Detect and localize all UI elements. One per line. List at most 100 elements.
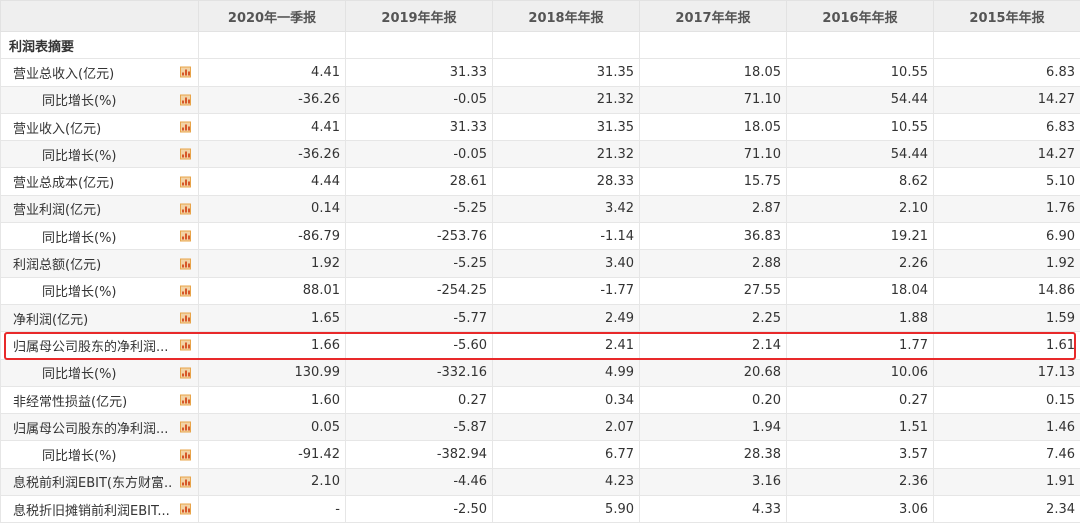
bar-chart-icon[interactable]: [180, 503, 191, 515]
value-cell: -5.87: [345, 413, 493, 442]
value-cell: 10.55: [786, 112, 934, 142]
value-cell: 0.05: [198, 413, 346, 442]
value-cell: 4.41: [198, 58, 346, 87]
row-label-cell: 息税前利润EBIT(东方财富...: [0, 467, 199, 497]
value-cell: 2.10: [786, 194, 934, 224]
value-cell: 0.20: [639, 385, 787, 415]
section-title: 利润表摘要: [0, 30, 199, 60]
section-empty-cell: [492, 30, 640, 60]
row-label: 营业收入(亿元): [13, 121, 102, 137]
value-cell: 31.33: [345, 58, 493, 87]
value-cell: 1.92: [198, 249, 346, 278]
header-row: 2020年一季报 2019年年报 2018年年报 2017年年报 2016年年报…: [0, 0, 1080, 32]
value-cell: -0.05: [345, 85, 493, 114]
table-row: 同比增长(%) -36.26 -0.05 21.32 71.10 54.44 14.27: [0, 85, 1080, 114]
table-row: 利润总额(亿元) 1.92 -5.25 3.40 2.88 2.26 1.92: [0, 249, 1080, 278]
value-cell: 4.33: [639, 495, 787, 524]
value-cell: 14.86: [933, 276, 1080, 305]
value-cell: -1.14: [492, 222, 640, 251]
value-cell: -86.79: [198, 222, 346, 251]
section-row: 利润表摘要: [0, 30, 1080, 60]
bar-chart-icon[interactable]: [180, 339, 191, 351]
row-label: 营业总收入(亿元): [13, 66, 115, 82]
value-cell: 19.21: [786, 222, 934, 251]
row-label: 营业总成本(亿元): [13, 176, 115, 192]
bar-chart-icon[interactable]: [180, 476, 191, 488]
header-corner: [0, 0, 199, 32]
bar-chart-icon[interactable]: [180, 394, 191, 406]
row-label-cell: 营业收入(亿元): [0, 112, 199, 142]
financial-summary-panel: 2020年一季报 2019年年报 2018年年报 2017年年报 2016年年报…: [0, 0, 1080, 524]
table-row: 同比增长(%) 130.99 -332.16 4.99 20.68 10.06 17.13: [0, 358, 1080, 387]
section-empty-cell: [933, 30, 1080, 60]
value-cell: 71.10: [639, 140, 787, 169]
bar-chart-icon[interactable]: [180, 285, 191, 297]
value-cell: 18.05: [639, 112, 787, 142]
bar-chart-icon[interactable]: [180, 176, 191, 188]
bar-chart-icon[interactable]: [180, 203, 191, 215]
value-cell: 71.10: [639, 85, 787, 114]
table-row: 息税折旧摊销前利润EBIT... - -2.50 5.90 4.33 3.06 2.34: [0, 495, 1080, 524]
bar-chart-icon[interactable]: [180, 312, 191, 324]
value-cell: 18.04: [786, 276, 934, 305]
value-cell: 2.07: [492, 413, 640, 442]
value-cell: -382.94: [345, 440, 493, 469]
value-cell: 2.26: [786, 249, 934, 278]
row-label: 非经常性损益(亿元): [13, 394, 128, 410]
table-row: 同比增长(%) -91.42 -382.94 6.77 28.38 3.57 7.46: [0, 440, 1080, 469]
value-cell: -4.46: [345, 467, 493, 497]
value-cell: -5.25: [345, 249, 493, 278]
bar-chart-icon[interactable]: [180, 449, 191, 461]
row-label-cell: 非经常性损益(亿元): [0, 385, 199, 415]
bar-chart-icon[interactable]: [180, 230, 191, 242]
bar-chart-icon[interactable]: [180, 66, 191, 78]
row-label-cell: 同比增长(%): [0, 85, 199, 114]
value-cell: 6.77: [492, 440, 640, 469]
column-header-2018[interactable]: 2018年年报: [492, 0, 640, 32]
value-cell: 21.32: [492, 140, 640, 169]
table-row: 同比增长(%) -86.79 -253.76 -1.14 36.83 19.21 6.90: [0, 222, 1080, 251]
value-cell: 3.06: [786, 495, 934, 524]
value-cell: -5.77: [345, 303, 493, 333]
value-cell: 4.41: [198, 112, 346, 142]
value-cell: 1.60: [198, 385, 346, 415]
value-cell: 4.99: [492, 358, 640, 387]
value-cell: -36.26: [198, 140, 346, 169]
column-header-2017[interactable]: 2017年年报: [639, 0, 787, 32]
table-row: 营业总成本(亿元) 4.44 28.61 28.33 15.75 8.62 5.10: [0, 167, 1080, 196]
bar-chart-icon[interactable]: [180, 421, 191, 433]
value-cell: 1.61: [933, 331, 1080, 360]
column-header-2016[interactable]: 2016年年报: [786, 0, 934, 32]
column-header-2020q1[interactable]: 2020年一季报: [198, 0, 346, 32]
bar-chart-icon[interactable]: [180, 121, 191, 133]
bar-chart-icon[interactable]: [180, 367, 191, 379]
bar-chart-icon[interactable]: [180, 258, 191, 270]
section-empty-cell: [786, 30, 934, 60]
table-row: 非经常性损益(亿元) 1.60 0.27 0.34 0.20 0.27 0.15: [0, 385, 1080, 415]
row-label: 同比增长(%): [42, 449, 117, 465]
value-cell: 10.06: [786, 358, 934, 387]
row-label-cell: 营业总收入(亿元): [0, 58, 199, 87]
table-row: 营业利润(亿元) 0.14 -5.25 3.42 2.87 2.10 1.76: [0, 194, 1080, 224]
bar-chart-icon[interactable]: [180, 148, 191, 160]
value-cell: -253.76: [345, 222, 493, 251]
value-cell: 3.40: [492, 249, 640, 278]
value-cell: 20.68: [639, 358, 787, 387]
bar-chart-icon[interactable]: [180, 94, 191, 106]
row-label-cell: 营业总成本(亿元): [0, 167, 199, 196]
value-cell: -254.25: [345, 276, 493, 305]
value-cell: -332.16: [345, 358, 493, 387]
value-cell: 5.10: [933, 167, 1080, 196]
row-label: 归属母公司股东的净利润...: [13, 339, 169, 355]
value-cell: 31.35: [492, 58, 640, 87]
table-row: 归属母公司股东的净利润... 0.05 -5.87 2.07 1.94 1.51 1.46: [0, 413, 1080, 442]
value-cell: 1.94: [639, 413, 787, 442]
value-cell: 7.46: [933, 440, 1080, 469]
row-label-cell: 同比增长(%): [0, 276, 199, 305]
column-header-2019[interactable]: 2019年年报: [345, 0, 493, 32]
value-cell: -: [198, 495, 346, 524]
value-cell: 6.83: [933, 58, 1080, 87]
value-cell: 3.16: [639, 467, 787, 497]
row-label-cell: 同比增长(%): [0, 140, 199, 169]
column-header-2015[interactable]: 2015年年报: [933, 0, 1080, 32]
